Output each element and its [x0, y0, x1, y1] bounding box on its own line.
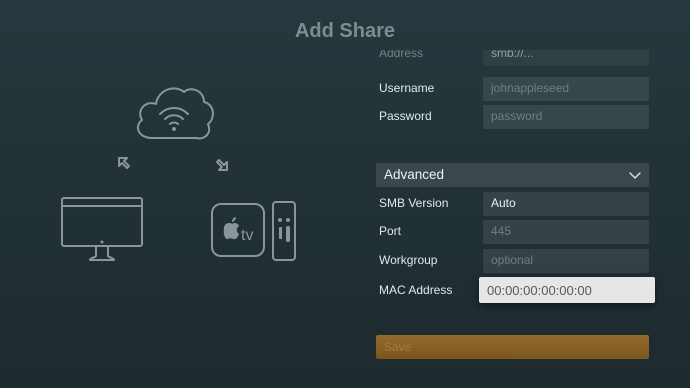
port-row: Port 445	[376, 220, 650, 244]
cloud-wifi-icon	[136, 87, 214, 140]
password-row: Password password	[376, 105, 650, 129]
address-label: Address	[379, 50, 424, 60]
smb-version-label: SMB Version	[379, 196, 449, 210]
save-label: Save	[384, 340, 412, 354]
smb-version-field[interactable]: Auto	[483, 192, 649, 216]
apple-tv-icon: tv	[211, 203, 265, 257]
arrow-down-right-icon	[216, 159, 228, 171]
port-label: Port	[379, 224, 402, 238]
advanced-label: Advanced	[384, 167, 445, 182]
workgroup-row: Workgroup optional	[376, 249, 650, 273]
share-form: Address smb://... Username johnappleseed…	[376, 0, 655, 388]
network-illustration: tv	[0, 0, 345, 388]
mac-address-label: MAC Address	[379, 283, 453, 297]
port-field[interactable]: 445	[483, 220, 649, 244]
remote-icon	[272, 201, 296, 261]
password-label: Password	[379, 109, 432, 123]
address-field[interactable]: smb://...	[483, 50, 649, 66]
tv-text: tv	[241, 227, 253, 244]
workgroup-field[interactable]: optional	[483, 249, 649, 273]
arrow-up-left-icon	[118, 157, 130, 169]
imac-icon	[61, 197, 143, 261]
chevron-down-icon	[629, 172, 641, 179]
password-field[interactable]: password	[483, 105, 649, 129]
smb-version-row: SMB Version Auto	[376, 192, 650, 216]
workgroup-label: Workgroup	[379, 253, 438, 267]
username-label: Username	[379, 81, 435, 95]
username-field[interactable]: johnappleseed	[483, 77, 649, 101]
address-row: Address smb://...	[376, 50, 650, 66]
advanced-disclosure[interactable]: Advanced	[376, 163, 649, 187]
username-row: Username johnappleseed	[376, 77, 650, 101]
mac-address-field[interactable]: 00:00:00:00:00:00	[479, 277, 655, 303]
save-button[interactable]: Save	[376, 335, 649, 359]
